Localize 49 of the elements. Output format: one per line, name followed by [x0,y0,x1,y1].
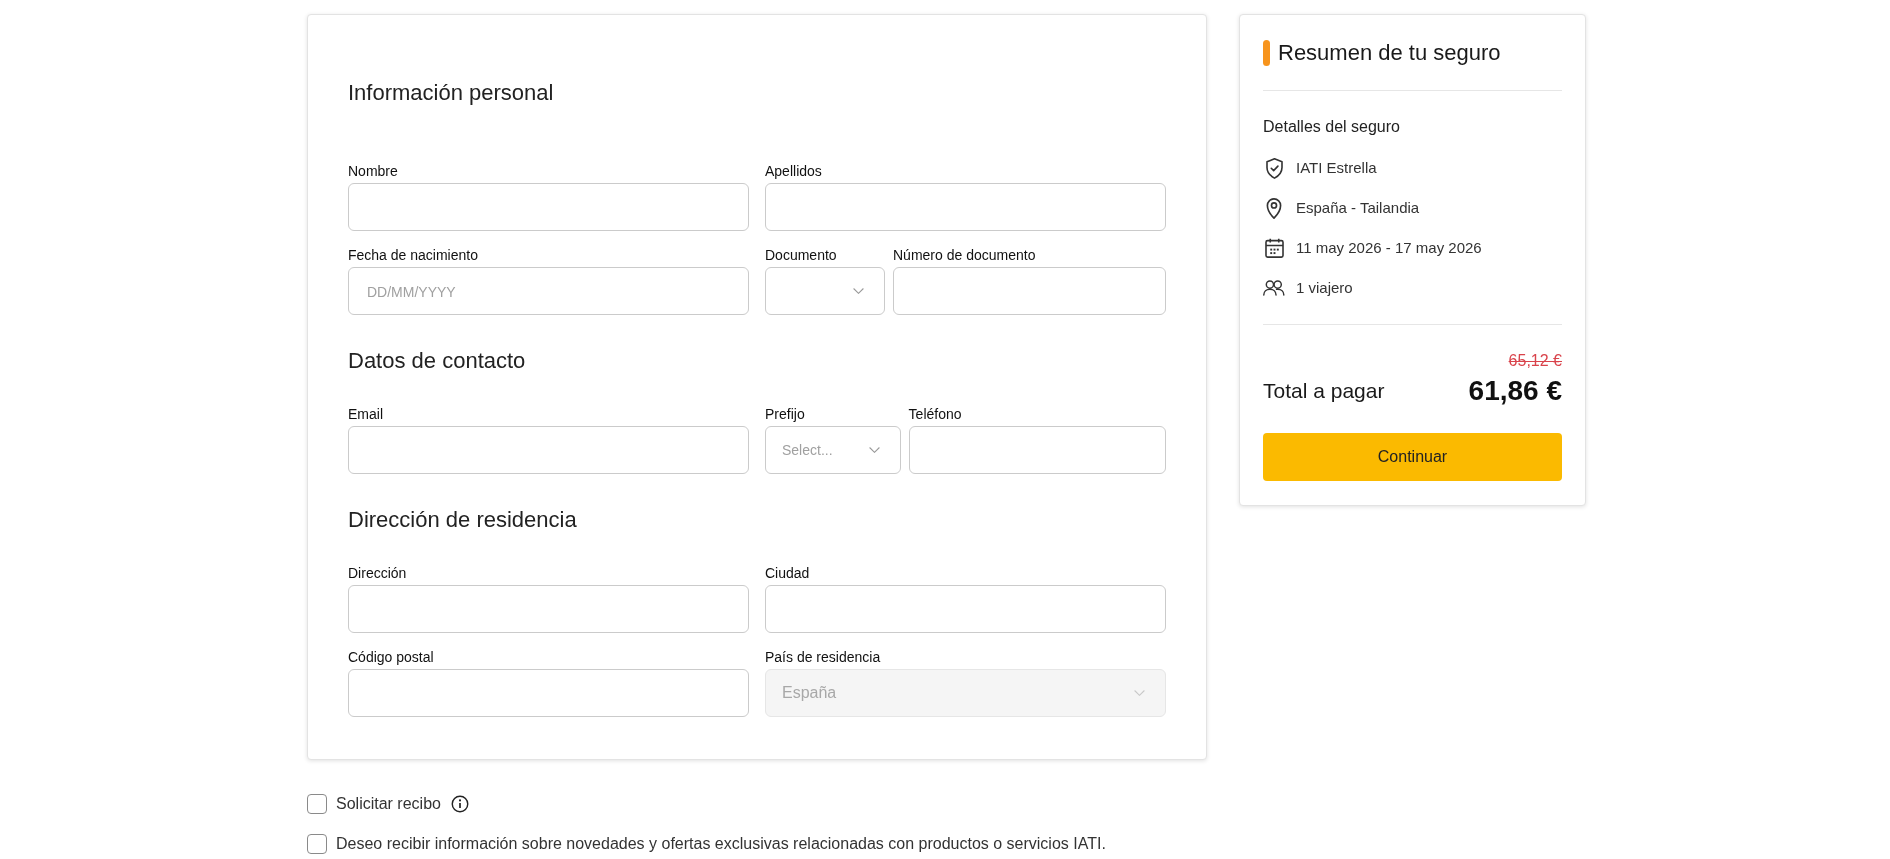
original-price: 65,12 € [1508,351,1562,371]
calendar-icon [1264,238,1284,258]
total-label: Total a pagar [1263,378,1385,404]
details-heading: Detalles del seguro [1263,117,1400,137]
field-label: Teléfono [908,405,962,423]
dropdown[interactable]: Select... [765,426,901,474]
input-field[interactable] [348,585,749,633]
field-label: Nombre [348,162,398,180]
section-heading: Datos de contacto [348,347,526,375]
chevron-down-icon [868,447,880,453]
shield-check-icon [1265,157,1283,179]
input-field[interactable] [765,183,1166,231]
field-label: Prefijo [765,405,805,423]
input-field[interactable]: DD/MM/YYYY [348,267,749,315]
field-label: Fecha de nacimiento [348,246,478,264]
input-field[interactable] [893,267,1166,315]
people-icon [1263,280,1285,296]
section-heading: Dirección de residencia [348,506,577,534]
field-label: Apellidos [765,162,822,180]
checkbox-label: Deseo recibir información sobre novedades y ofertas exclusivas relacionadas con productos o servicios IATI. [336,834,1106,854]
field-label: Ciudad [765,564,810,582]
checkbox[interactable] [307,794,327,814]
detail-text: España - Tailandia [1296,198,1420,218]
detail-text: IATI Estrella [1296,158,1377,178]
section-heading: Información personal [348,79,554,107]
checkbox[interactable] [307,834,327,854]
input-field[interactable] [348,669,749,717]
input-field[interactable] [348,426,749,474]
chevron-down-icon [1134,690,1145,696]
map-pin-icon [1266,197,1282,219]
total-price: 61,86 € [1468,374,1562,408]
chevron-down-icon [853,288,864,294]
field-label: Dirección [348,564,407,582]
dropdown[interactable] [765,267,885,315]
summary-title: Resumen de tu seguro [1278,40,1501,66]
field-label: Código postal [348,648,434,666]
field-label: Documento [765,246,837,264]
continue-button[interactable]: Continuar [1263,433,1562,481]
input-field[interactable] [765,585,1166,633]
input-field[interactable] [348,183,749,231]
input-field[interactable] [908,426,1166,474]
field-label: País de residencia [765,648,881,666]
field-label: Número de documento [893,246,1036,264]
field-label: Email [348,405,383,423]
info-icon[interactable] [450,795,469,813]
detail-text: 11 may 2026 - 17 may 2026 [1296,238,1482,258]
accent-bar [1263,40,1270,66]
checkbox-label: Solicitar recibo [336,794,441,814]
detail-text: 1 viajero [1296,278,1353,298]
